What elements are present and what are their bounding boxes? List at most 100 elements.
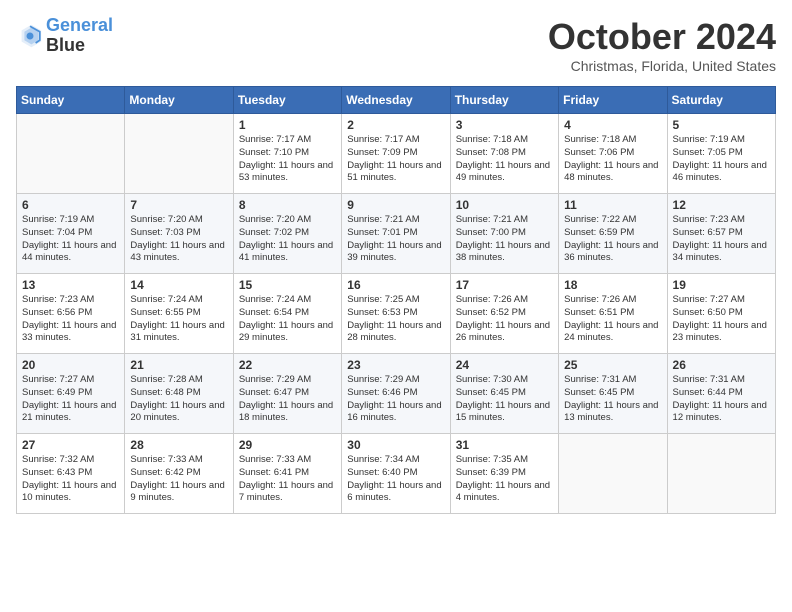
calendar-cell: 6Sunrise: 7:19 AM Sunset: 7:04 PM Daylig… — [17, 194, 125, 274]
cell-info: Sunrise: 7:21 AM Sunset: 7:01 PM Dayligh… — [347, 214, 444, 265]
day-number: 30 — [347, 438, 444, 452]
calendar-table: SundayMondayTuesdayWednesdayThursdayFrid… — [16, 86, 776, 514]
cell-info: Sunrise: 7:23 AM Sunset: 6:56 PM Dayligh… — [22, 294, 119, 345]
logo: GeneralBlue — [16, 16, 113, 56]
location: Christmas, Florida, United States — [548, 58, 776, 74]
cell-info: Sunrise: 7:30 AM Sunset: 6:45 PM Dayligh… — [456, 374, 553, 425]
cell-info: Sunrise: 7:32 AM Sunset: 6:43 PM Dayligh… — [22, 454, 119, 505]
cell-info: Sunrise: 7:20 AM Sunset: 7:02 PM Dayligh… — [239, 214, 336, 265]
cell-info: Sunrise: 7:26 AM Sunset: 6:51 PM Dayligh… — [564, 294, 661, 345]
calendar-cell: 15 Sunrise: 7:24 AM Sunset: 6:54 PM Dayli… — [233, 274, 341, 354]
day-number: 8 — [239, 198, 336, 212]
cell-info: Sunrise: 7:28 AM Sunset: 6:48 PM Dayligh… — [130, 374, 227, 425]
cell-info: Sunrise: 7:17 AM Sunset: 7:10 PM Dayligh… — [239, 134, 336, 185]
cell-info: Sunrise: 7:21 AM Sunset: 7:00 PM Dayligh… — [456, 214, 553, 265]
cell-info: Sunrise: 7:34 AM Sunset: 6:40 PM Dayligh… — [347, 454, 444, 505]
day-number: 5 — [673, 118, 770, 132]
day-number: 1 — [239, 118, 336, 132]
weekday-header: Tuesday — [233, 87, 341, 114]
day-number: 13 — [22, 278, 119, 292]
weekday-header: Saturday — [667, 87, 775, 114]
calendar-cell: 22 Sunrise: 7:29 AM Sunset: 6:47 PM Dayli… — [233, 354, 341, 434]
month-title: October 2024 — [548, 16, 776, 58]
weekday-header: Wednesday — [342, 87, 450, 114]
calendar-cell: 23 Sunrise: 7:29 AM Sunset: 6:46 PM Dayli… — [342, 354, 450, 434]
calendar-week-row: 13 Sunrise: 7:23 AM Sunset: 6:56 PM Dayli… — [17, 274, 776, 354]
cell-info: Sunrise: 7:18 AM Sunset: 7:06 PM Dayligh… — [564, 134, 661, 185]
calendar-cell: 1 Sunrise: 7:17 AM Sunset: 7:10 PM Daylig… — [233, 114, 341, 194]
cell-info: Sunrise: 7:31 AM Sunset: 6:44 PM Dayligh… — [673, 374, 770, 425]
cell-info: Sunrise: 7:33 AM Sunset: 6:42 PM Dayligh… — [130, 454, 227, 505]
calendar-cell: 29 Sunrise: 7:33 AM Sunset: 6:41 PM Dayli… — [233, 434, 341, 514]
page-header: GeneralBlue October 2024 Christmas, Flor… — [16, 16, 776, 74]
weekday-header: Sunday — [17, 87, 125, 114]
cell-info: Sunrise: 7:19 AM Sunset: 7:05 PM Dayligh… — [673, 134, 770, 185]
day-number: 28 — [130, 438, 227, 452]
cell-info: Sunrise: 7:31 AM Sunset: 6:45 PM Dayligh… — [564, 374, 661, 425]
calendar-cell: 17Sunrise: 7:26 AM Sunset: 6:52 PM Dayli… — [450, 274, 558, 354]
day-number: 4 — [564, 118, 661, 132]
day-number: 18 — [564, 278, 661, 292]
day-number: 6 — [22, 198, 119, 212]
cell-info: Sunrise: 7:24 AM Sunset: 6:54 PM Dayligh… — [239, 294, 336, 345]
day-number: 23 — [347, 358, 444, 372]
day-number: 21 — [130, 358, 227, 372]
calendar-cell: 27 Sunrise: 7:32 AM Sunset: 6:43 PM Dayli… — [17, 434, 125, 514]
day-number: 26 — [673, 358, 770, 372]
cell-info: Sunrise: 7:25 AM Sunset: 6:53 PM Dayligh… — [347, 294, 444, 345]
calendar-cell: 30 Sunrise: 7:34 AM Sunset: 6:40 PM Dayli… — [342, 434, 450, 514]
day-number: 25 — [564, 358, 661, 372]
calendar-cell: 12 Sunrise: 7:23 AM Sunset: 6:57 PM Dayli… — [667, 194, 775, 274]
cell-info: Sunrise: 7:35 AM Sunset: 6:39 PM Dayligh… — [456, 454, 553, 505]
logo-text: GeneralBlue — [46, 16, 113, 56]
cell-info: Sunrise: 7:18 AM Sunset: 7:08 PM Dayligh… — [456, 134, 553, 185]
day-number: 27 — [22, 438, 119, 452]
calendar-week-row: 20Sunrise: 7:27 AM Sunset: 6:49 PM Dayli… — [17, 354, 776, 434]
cell-info: Sunrise: 7:27 AM Sunset: 6:50 PM Dayligh… — [673, 294, 770, 345]
calendar-cell — [125, 114, 233, 194]
day-number: 2 — [347, 118, 444, 132]
day-number: 11 — [564, 198, 661, 212]
calendar-cell — [559, 434, 667, 514]
cell-info: Sunrise: 7:23 AM Sunset: 6:57 PM Dayligh… — [673, 214, 770, 265]
cell-info: Sunrise: 7:29 AM Sunset: 6:47 PM Dayligh… — [239, 374, 336, 425]
cell-info: Sunrise: 7:29 AM Sunset: 6:46 PM Dayligh… — [347, 374, 444, 425]
day-number: 10 — [456, 198, 553, 212]
calendar-header: SundayMondayTuesdayWednesdayThursdayFrid… — [17, 87, 776, 114]
calendar-cell: 13 Sunrise: 7:23 AM Sunset: 6:56 PM Dayli… — [17, 274, 125, 354]
calendar-cell: 7 Sunrise: 7:20 AM Sunset: 7:03 PM Daylig… — [125, 194, 233, 274]
cell-info: Sunrise: 7:20 AM Sunset: 7:03 PM Dayligh… — [130, 214, 227, 265]
day-number: 22 — [239, 358, 336, 372]
day-number: 14 — [130, 278, 227, 292]
cell-info: Sunrise: 7:27 AM Sunset: 6:49 PM Dayligh… — [22, 374, 119, 425]
calendar-cell: 16 Sunrise: 7:25 AM Sunset: 6:53 PM Dayli… — [342, 274, 450, 354]
day-number: 31 — [456, 438, 553, 452]
calendar-week-row: 6Sunrise: 7:19 AM Sunset: 7:04 PM Daylig… — [17, 194, 776, 274]
calendar-cell — [17, 114, 125, 194]
calendar-cell: 21 Sunrise: 7:28 AM Sunset: 6:48 PM Dayli… — [125, 354, 233, 434]
calendar-cell: 5 Sunrise: 7:19 AM Sunset: 7:05 PM Daylig… — [667, 114, 775, 194]
day-number: 16 — [347, 278, 444, 292]
calendar-cell: 11Sunrise: 7:22 AM Sunset: 6:59 PM Dayli… — [559, 194, 667, 274]
weekday-header: Friday — [559, 87, 667, 114]
calendar-cell: 2Sunrise: 7:17 AM Sunset: 7:09 PM Daylig… — [342, 114, 450, 194]
day-number: 15 — [239, 278, 336, 292]
calendar-cell: 14 Sunrise: 7:24 AM Sunset: 6:55 PM Dayli… — [125, 274, 233, 354]
day-number: 12 — [673, 198, 770, 212]
calendar-cell: 19 Sunrise: 7:27 AM Sunset: 6:50 PM Dayli… — [667, 274, 775, 354]
weekday-header: Thursday — [450, 87, 558, 114]
cell-info: Sunrise: 7:24 AM Sunset: 6:55 PM Dayligh… — [130, 294, 227, 345]
calendar-cell: 10 Sunrise: 7:21 AM Sunset: 7:00 PM Dayli… — [450, 194, 558, 274]
cell-info: Sunrise: 7:26 AM Sunset: 6:52 PM Dayligh… — [456, 294, 553, 345]
calendar-cell: 24Sunrise: 7:30 AM Sunset: 6:45 PM Dayli… — [450, 354, 558, 434]
calendar-cell — [667, 434, 775, 514]
day-number: 19 — [673, 278, 770, 292]
weekday-header: Monday — [125, 87, 233, 114]
calendar-cell: 31 Sunrise: 7:35 AM Sunset: 6:39 PM Dayli… — [450, 434, 558, 514]
cell-info: Sunrise: 7:33 AM Sunset: 6:41 PM Dayligh… — [239, 454, 336, 505]
calendar-week-row: 27 Sunrise: 7:32 AM Sunset: 6:43 PM Dayli… — [17, 434, 776, 514]
day-number: 29 — [239, 438, 336, 452]
calendar-cell: 3Sunrise: 7:18 AM Sunset: 7:08 PM Daylig… — [450, 114, 558, 194]
day-number: 7 — [130, 198, 227, 212]
calendar-cell: 9Sunrise: 7:21 AM Sunset: 7:01 PM Daylig… — [342, 194, 450, 274]
